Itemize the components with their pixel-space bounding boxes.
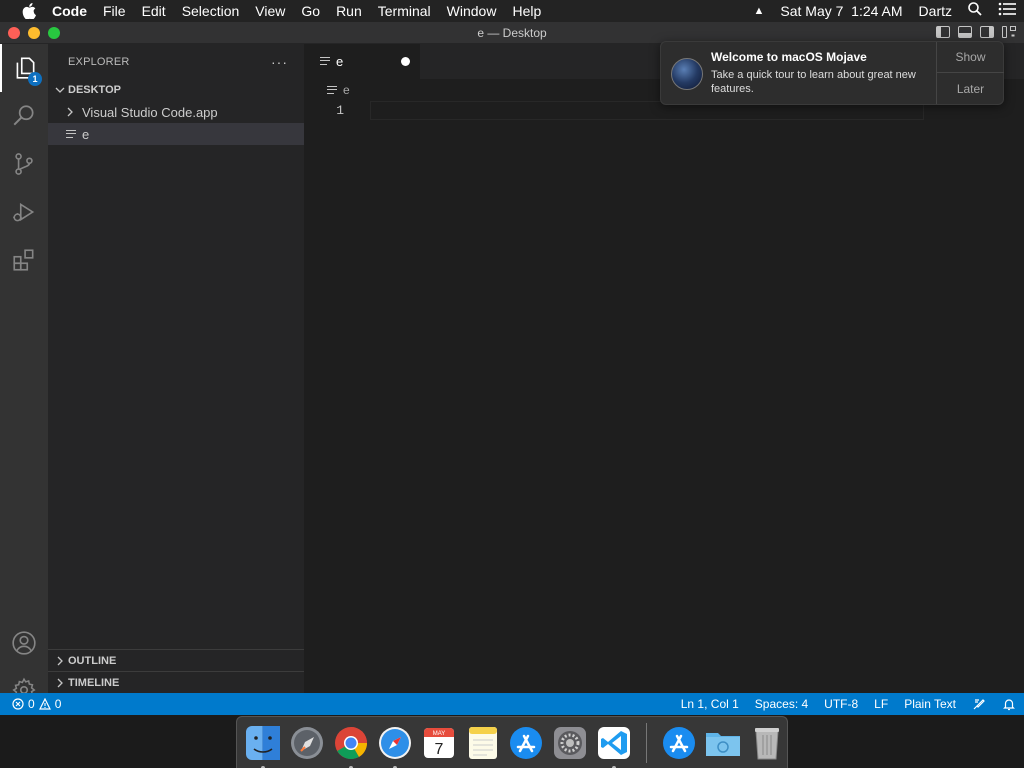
outline-section[interactable]: OUTLINE bbox=[48, 649, 304, 671]
menu-help[interactable]: Help bbox=[504, 0, 549, 22]
source-control-icon[interactable] bbox=[0, 140, 48, 188]
chevron-right-icon bbox=[52, 675, 68, 691]
warning-count: 0 bbox=[54, 697, 62, 711]
cursor-position[interactable]: Ln 1, Col 1 bbox=[673, 697, 747, 711]
chrome-icon[interactable] bbox=[331, 723, 371, 768]
tree-item-file-e[interactable]: e bbox=[48, 123, 304, 145]
status-bar: 0 0 Ln 1, Col 1 Spaces: 4 UTF-8 LF Plain… bbox=[0, 693, 1024, 715]
folder-name: DESKTOP bbox=[68, 84, 121, 96]
macos-notification[interactable]: Welcome to macOS Mojave Take a quick tou… bbox=[660, 41, 1004, 105]
menu-window[interactable]: Window bbox=[439, 0, 505, 22]
show-button[interactable]: Show bbox=[937, 42, 1004, 73]
launchpad-icon[interactable] bbox=[287, 723, 327, 763]
system-preferences-icon[interactable] bbox=[550, 723, 590, 763]
calendar-day: 7 bbox=[434, 741, 443, 758]
menu-go[interactable]: Go bbox=[293, 0, 328, 22]
calendar-month: MAY bbox=[432, 731, 445, 737]
menubar-user[interactable]: Dartz bbox=[911, 0, 960, 22]
mojave-installer-icon bbox=[671, 58, 703, 90]
menu-app-name[interactable]: Code bbox=[44, 0, 95, 22]
customize-layout-icon[interactable] bbox=[1002, 26, 1016, 38]
macos-menubar: Code File Edit Selection View Go Run Ter… bbox=[0, 0, 1024, 22]
run-and-debug-icon[interactable] bbox=[0, 188, 48, 236]
warning-icon bbox=[38, 698, 51, 710]
breadcrumb-item[interactable]: e bbox=[343, 83, 350, 97]
menu-edit[interactable]: Edit bbox=[134, 0, 174, 22]
extensions-icon[interactable] bbox=[0, 236, 48, 284]
window-title: e — Desktop bbox=[477, 25, 547, 40]
app-store-icon[interactable] bbox=[507, 723, 547, 763]
downloads-folder-icon[interactable] bbox=[703, 723, 743, 763]
notification-center-icon[interactable] bbox=[990, 0, 1024, 22]
manage-gear-icon[interactable] bbox=[0, 667, 48, 703]
text-file-icon bbox=[320, 57, 330, 66]
eol-setting[interactable]: LF bbox=[866, 697, 896, 711]
tab-label: e bbox=[336, 54, 344, 69]
menu-terminal[interactable]: Terminal bbox=[370, 0, 439, 22]
explorer-sidebar: EXPLORER ··· DESKTOP Visual Studio Code.… bbox=[48, 44, 304, 693]
macos-dock: MAY 7 bbox=[236, 716, 788, 768]
activity-bar: 1 bbox=[0, 44, 48, 703]
trash-icon[interactable] bbox=[747, 723, 787, 763]
notification-title: Welcome to macOS Mojave bbox=[711, 50, 867, 64]
editor-area: e e 1 bbox=[304, 44, 1024, 693]
text-file-icon bbox=[327, 85, 337, 95]
later-button[interactable]: Later bbox=[937, 73, 1004, 104]
tree-item-label: Visual Studio Code.app bbox=[82, 104, 218, 120]
timeline-label: TIMELINE bbox=[68, 676, 120, 689]
close-window-button[interactable] bbox=[8, 26, 20, 39]
notes-icon[interactable] bbox=[463, 723, 503, 763]
accounts-icon[interactable] bbox=[0, 619, 48, 667]
more-actions-icon[interactable]: ··· bbox=[271, 54, 288, 70]
problems-indicator[interactable]: 0 0 bbox=[0, 697, 61, 711]
toggle-secondary-sidebar-icon[interactable] bbox=[980, 26, 994, 38]
toggle-panel-icon[interactable] bbox=[958, 26, 972, 38]
language-mode[interactable]: Plain Text bbox=[896, 697, 964, 711]
notifications-bell-icon[interactable] bbox=[994, 697, 1024, 711]
feedback-icon[interactable] bbox=[964, 697, 994, 711]
eject-icon[interactable]: ▲ bbox=[745, 0, 772, 22]
tree-item-label: e bbox=[82, 126, 90, 142]
sidebar-title: EXPLORER bbox=[68, 55, 130, 68]
explorer-badge: 1 bbox=[28, 72, 42, 86]
chevron-right-icon bbox=[52, 653, 68, 669]
search-icon[interactable] bbox=[0, 92, 48, 140]
sidebar-header: EXPLORER ··· bbox=[48, 44, 304, 79]
menu-view[interactable]: View bbox=[247, 0, 293, 22]
outline-label: OUTLINE bbox=[68, 654, 117, 667]
tree-item-vscode-app[interactable]: Visual Studio Code.app bbox=[48, 101, 304, 123]
tab-e[interactable]: e bbox=[304, 44, 420, 79]
chevron-right-icon bbox=[62, 104, 78, 120]
encoding-setting[interactable]: UTF-8 bbox=[816, 697, 866, 711]
folder-section-desktop[interactable]: DESKTOP bbox=[48, 79, 304, 101]
app-store-downloads-icon[interactable] bbox=[659, 723, 699, 763]
finder-icon[interactable] bbox=[243, 723, 283, 768]
timeline-section[interactable]: TIMELINE bbox=[48, 671, 304, 693]
unsaved-dot-icon[interactable] bbox=[401, 57, 410, 66]
error-count: 0 bbox=[28, 697, 35, 711]
zoom-window-button[interactable] bbox=[48, 26, 60, 39]
spotlight-search-icon[interactable] bbox=[960, 0, 990, 22]
safari-icon[interactable] bbox=[375, 723, 415, 768]
vscode-window: e — Desktop 1 EXPLORER ··· DESKTOP Visua… bbox=[0, 22, 1024, 715]
menu-file[interactable]: File bbox=[95, 0, 134, 22]
apple-menu-icon[interactable] bbox=[18, 0, 40, 22]
dock-separator bbox=[646, 722, 648, 763]
chevron-down-icon bbox=[52, 82, 68, 98]
menubar-clock[interactable]: Sat May 7 1:24 AM bbox=[772, 0, 910, 22]
indentation-setting[interactable]: Spaces: 4 bbox=[747, 697, 816, 711]
error-icon bbox=[12, 698, 24, 710]
text-file-icon bbox=[66, 129, 76, 139]
vscode-icon[interactable] bbox=[594, 723, 634, 768]
line-number: 1 bbox=[336, 103, 344, 118]
explorer-icon[interactable]: 1 bbox=[0, 44, 48, 92]
toggle-primary-sidebar-icon[interactable] bbox=[936, 26, 950, 38]
minimize-window-button[interactable] bbox=[28, 26, 40, 39]
calendar-icon[interactable]: MAY 7 bbox=[419, 723, 459, 763]
notification-body: Take a quick tour to learn about great n… bbox=[711, 69, 916, 95]
menu-selection[interactable]: Selection bbox=[174, 0, 248, 22]
menu-run[interactable]: Run bbox=[328, 0, 370, 22]
